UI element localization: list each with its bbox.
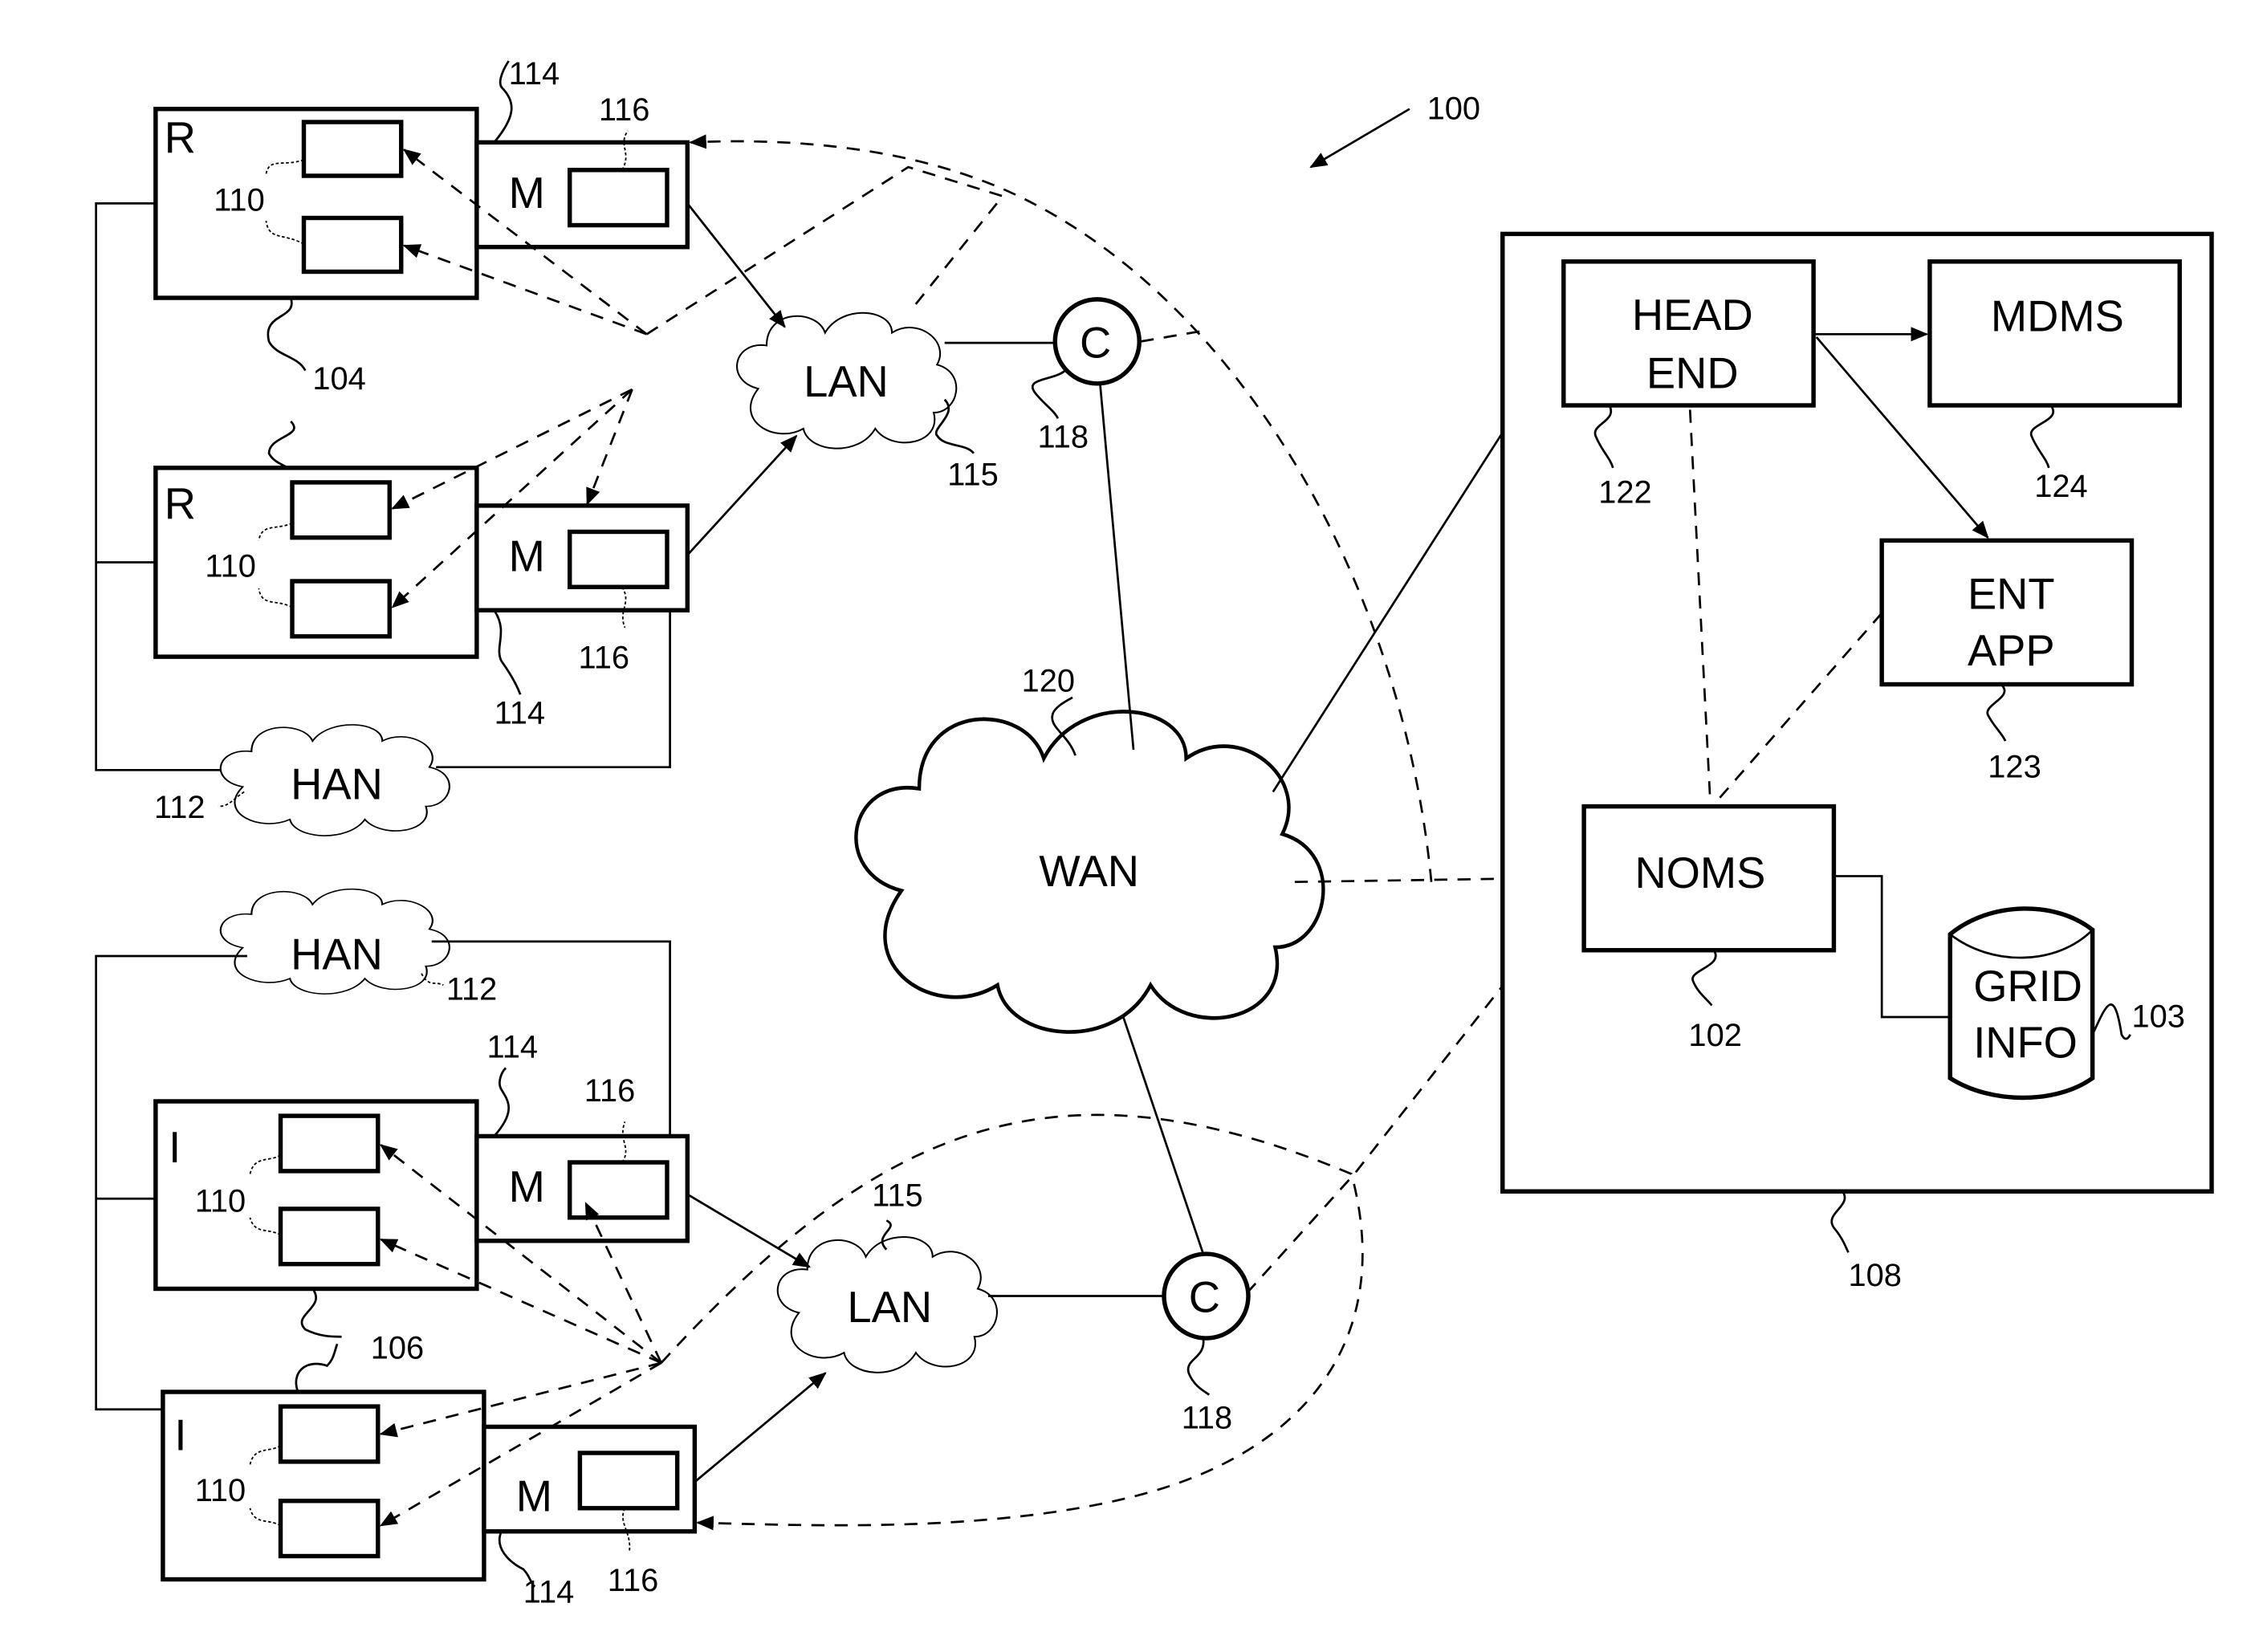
ent-app-line2: APP <box>1968 626 2055 675</box>
han-ref: 112 <box>446 971 497 1007</box>
device-ref: 110 <box>214 182 264 218</box>
device-ref: 110 <box>195 1473 246 1508</box>
comm-path-bottom-loop <box>660 1113 1364 1531</box>
lan-ref: 115 <box>947 458 998 493</box>
meter-lan-arrow <box>686 1193 811 1268</box>
device-ref: 110 <box>195 1184 246 1219</box>
wan-label: WAN <box>1039 847 1139 896</box>
meter-label: M <box>509 169 545 218</box>
figure-ref-label: 100 <box>1427 91 1480 126</box>
meter-leader <box>493 1067 510 1137</box>
premise-leader <box>300 1288 342 1338</box>
premise-type-label: R <box>165 479 196 528</box>
premise-ref: 104 <box>312 361 365 397</box>
meter-lan-arrow <box>694 1372 827 1483</box>
meter-lan-arrow <box>686 202 786 328</box>
meter-label: M <box>509 531 545 580</box>
meter-label: M <box>509 1162 545 1211</box>
collector-wan-link-1 <box>1099 383 1135 751</box>
collector-leader <box>1186 1337 1211 1396</box>
lan-ref: 115 <box>872 1178 922 1213</box>
mdms-label: MDMS <box>1991 292 2124 341</box>
premise-leader <box>267 297 307 372</box>
ent-app-ref: 123 <box>1988 749 2041 784</box>
module-ref: 116 <box>599 92 649 128</box>
device-box <box>278 1404 381 1464</box>
han-ref: 112 <box>154 790 205 825</box>
noms-label: NOMS <box>1634 848 1765 897</box>
lan-label: LAN <box>804 357 889 406</box>
utility-leader <box>1830 1190 1850 1253</box>
meter-ref: 114 <box>523 1574 574 1609</box>
premise-type-label: R <box>165 113 196 162</box>
module-ref: 116 <box>584 1073 635 1109</box>
device-box <box>278 1206 381 1267</box>
device-ref: 110 <box>205 549 255 584</box>
module-ref: 116 <box>579 641 629 676</box>
premise-residential-1: R 110 104 M 114 116 <box>153 56 690 397</box>
wan-ref: 120 <box>1022 664 1075 699</box>
meter-ref: 114 <box>509 56 560 92</box>
lan-cloud-2: LAN 115 <box>776 1178 998 1373</box>
utility-ref: 108 <box>1849 1258 1902 1293</box>
collector-leader <box>1032 369 1066 419</box>
device-box <box>301 120 404 178</box>
collector-label: C <box>1080 318 1111 367</box>
module-box <box>567 1160 670 1220</box>
comm-path-top <box>645 165 1005 336</box>
meter-ref: 114 <box>495 695 545 730</box>
premise-type-label: I <box>174 1410 186 1459</box>
collector-ref: 118 <box>1038 419 1089 454</box>
grid-info-line2: INFO <box>1973 1019 2078 1068</box>
module-ref: 116 <box>608 1563 658 1598</box>
grid-info-line1: GRID <box>1973 962 2082 1011</box>
figure-reference: 100 <box>1309 91 1480 169</box>
meter-ref: 114 <box>487 1030 538 1065</box>
han-cloud-2: HAN 112 <box>219 888 497 1007</box>
wan-cloud: WAN 120 <box>856 664 1323 1032</box>
han-label: HAN <box>291 930 383 979</box>
han-label: HAN <box>291 760 383 809</box>
device-box <box>290 480 392 540</box>
premise-industrial-1: I 110 114 M 116 106 <box>153 1030 690 1365</box>
head-end-line1: HEAD <box>1632 291 1753 340</box>
command-arrow <box>586 389 633 506</box>
meter-lan-arrow <box>686 434 798 556</box>
premise-industrial-2: I 110 M 114 116 <box>161 1343 698 1609</box>
collector-label: C <box>1189 1272 1220 1321</box>
collector-ref: 118 <box>1182 1400 1232 1435</box>
collector-2: C 118 <box>987 1251 1251 1435</box>
premise-leader <box>267 420 295 469</box>
premise-residential-2: R 110 M 114 116 <box>153 420 690 730</box>
han-cloud-1: HAN 112 <box>154 723 450 837</box>
premise-leader <box>295 1343 339 1393</box>
lan-cloud-1: LAN 115 <box>736 311 999 493</box>
meter-label: M <box>516 1471 552 1520</box>
ent-app-line1: ENT <box>1968 569 2055 618</box>
premise-type-label: I <box>169 1123 181 1172</box>
module-box <box>567 168 670 228</box>
device-box <box>301 215 404 275</box>
lan-label: LAN <box>847 1283 932 1332</box>
module-box <box>577 1451 680 1511</box>
module-box <box>567 529 670 589</box>
device-box <box>290 579 392 639</box>
noms-ref: 102 <box>1688 1018 1741 1053</box>
utility-system: 108 HEAD END 122 MDMS 124 ENT APP 123 NO… <box>1500 231 2214 1293</box>
premise-ref: 106 <box>371 1330 424 1365</box>
collector-wan-link-2 <box>1122 1016 1205 1255</box>
device-box <box>278 1113 381 1174</box>
mdms-ref: 124 <box>2034 469 2087 504</box>
head-end-ref: 122 <box>1598 474 1651 510</box>
device-box <box>278 1499 381 1559</box>
figure-ref-arrow <box>1309 108 1410 169</box>
head-end-line2: END <box>1646 348 1739 397</box>
grid-info-ref: 103 <box>2131 999 2184 1035</box>
collector-arc-link <box>1140 328 1210 343</box>
collector-1: C 118 <box>944 297 1142 454</box>
meter-leader <box>493 609 522 695</box>
utility-network-diagram: 100 R 110 104 M 114 116 R 110 M 114 116 … <box>95 56 2214 1609</box>
